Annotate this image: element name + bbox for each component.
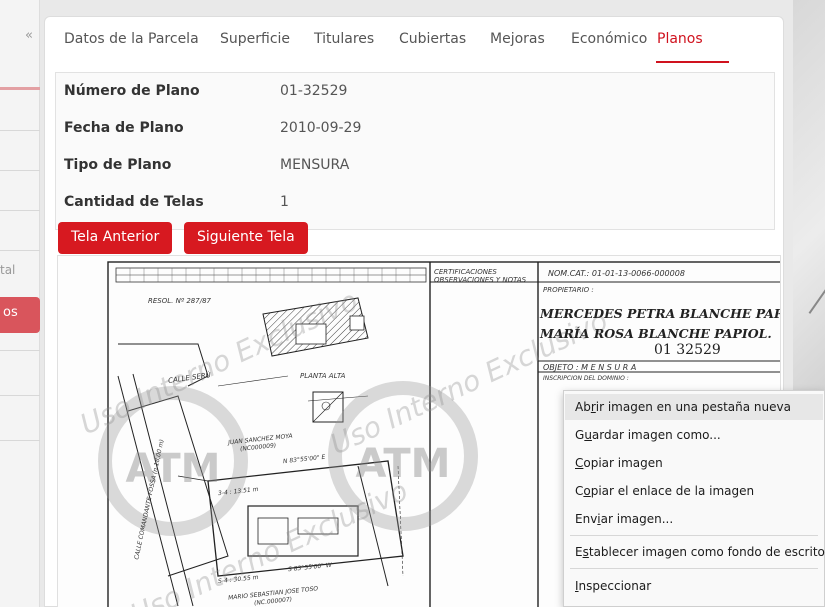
tela-anterior-button[interactable]: Tela Anterior [58,222,173,254]
sidebar-divider [0,170,40,171]
tab-mejoras[interactable]: Mejoras [490,31,545,47]
resol-label: RESOL. Nº 287/87 [148,297,211,305]
nom-cat-label: NOM.CAT.: 01-01-13-0066-000008 [548,269,685,278]
tab-datos-parcela[interactable]: Datos de la Parcela [64,31,199,47]
cantidad-telas-label: Cantidad de Telas [64,194,204,210]
sidebar-divider [0,210,40,211]
tab-cubiertas[interactable]: Cubiertas [399,31,466,47]
fecha-plano-label: Fecha de Plano [64,120,184,136]
background-line [808,288,825,314]
menu-item-copy-image-link[interactable]: Copiar el enlace de la imagen [565,478,823,504]
menu-item-open-image-new-tab[interactable]: Abrir imagen en una pestaña nueva [565,394,823,420]
numero-plano-label: Número de Plano [64,83,200,99]
owner-line-1: MERCEDES PETRA BLANCHE PAPIOL [540,306,781,321]
plan-number-stamp: 01 32529 [654,342,721,358]
sidebar-divider [0,350,40,351]
sidebar-divider [0,395,40,396]
tab-superficie[interactable]: Superficie [220,31,290,47]
menu-separator [570,535,818,536]
cantidad-telas-value: 1 [280,194,289,210]
observaciones-label: OBSERVACIONES Y NOTAS [434,276,527,284]
sidebar-divider [0,130,40,131]
sidebar-divider [0,250,40,251]
menu-item-copy-image[interactable]: Copiar imagen [565,450,823,476]
propietario-label: PROPIETARIO : [543,286,594,294]
tipo-plano-value: MENSURA [280,157,350,173]
tab-titulares[interactable]: Titulares [314,31,374,47]
owner-line-2: MARÍA ROSA BLANCHE PAPIOL. [540,326,772,341]
menu-item-set-desktop-background[interactable]: Establecer imagen como fondo de escritor… [565,539,825,565]
image-context-menu: Abrir imagen en una pestaña nueva Guarda… [563,390,825,607]
app-window: « tal os Datos de la Parcela Superficie … [0,0,825,607]
siguiente-tela-button[interactable]: Siguiente Tela [184,222,308,254]
tipo-plano-label: Tipo de Plano [64,157,172,173]
fecha-plano-value: 2010-09-29 [280,120,362,136]
plano-details: Número de Plano 01-32529 Fecha de Plano … [55,72,775,230]
left-sidebar: « tal os [0,0,40,607]
sidebar-item-active[interactable]: os [0,297,40,333]
menu-item-save-image-as[interactable]: Guardar imagen como... [565,422,823,448]
numero-plano-value: 01-32529 [280,83,348,99]
menu-item-send-image[interactable]: Enviar imagen... [565,506,823,532]
tab-economico[interactable]: Económico [571,31,647,47]
tab-planos[interactable]: Planos [657,31,703,47]
menu-separator [570,568,818,569]
sidebar-divider [0,440,40,441]
planta-alta-label: PLANTA ALTA [300,372,346,380]
sidebar-accent-bar [0,87,40,90]
menu-item-inspect[interactable]: Inspeccionar [565,573,823,599]
active-tab-indicator [656,61,729,63]
certificaciones-label: CERTIFICACIONES [434,268,497,276]
inscripcion-label: INSCRIPCION DEL DOMINIO : [543,375,629,382]
sidebar-item-partial[interactable]: tal [0,263,15,277]
tab-bar: Datos de la Parcela Superficie Titulares… [45,17,783,69]
collapse-sidebar-icon[interactable]: « [25,28,33,43]
objeto-label: OBJETO : M E N S U R A [543,363,637,372]
